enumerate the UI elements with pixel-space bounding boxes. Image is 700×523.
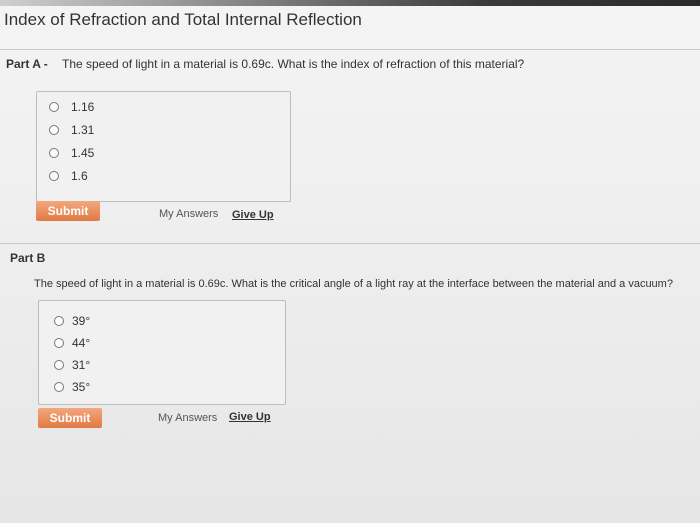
part-b-choice-4[interactable]: 35° bbox=[54, 377, 90, 397]
choice-label: 44° bbox=[72, 336, 91, 350]
part-b-choice-2[interactable]: 44° bbox=[54, 333, 90, 353]
part-a-choice-1[interactable]: 1.16 bbox=[49, 97, 94, 117]
part-b-give-up-link[interactable]: Give Up bbox=[229, 411, 271, 423]
quiz-page: Index of Refraction and Total Internal R… bbox=[0, 0, 700, 523]
choice-label: 39° bbox=[72, 314, 91, 328]
radio-button[interactable] bbox=[54, 316, 64, 326]
choice-label: 35° bbox=[72, 380, 91, 394]
choice-label: 1.6 bbox=[71, 169, 88, 183]
divider bbox=[0, 49, 700, 50]
part-b-choice-3[interactable]: 31° bbox=[54, 355, 90, 375]
part-a-choice-3[interactable]: 1.45 bbox=[49, 143, 94, 163]
part-a-choice-2[interactable]: 1.31 bbox=[49, 120, 94, 140]
choice-label: 1.31 bbox=[71, 123, 95, 137]
part-b-choices: 39° 44° 31° 35° bbox=[38, 300, 286, 405]
choice-label: 31° bbox=[72, 358, 91, 372]
page-title: Index of Refraction and Total Internal R… bbox=[4, 10, 362, 29]
top-bar bbox=[0, 0, 700, 6]
radio-button[interactable] bbox=[54, 338, 64, 348]
part-a-give-up-link[interactable]: Give Up bbox=[232, 209, 274, 221]
radio-button[interactable] bbox=[54, 382, 64, 392]
radio-button[interactable] bbox=[54, 360, 64, 370]
part-a-choice-4[interactable]: 1.6 bbox=[49, 166, 88, 186]
part-a-choices: 1.16 1.31 1.45 1.6 bbox=[36, 91, 291, 202]
part-a-my-answers-link[interactable]: My Answers bbox=[159, 208, 218, 220]
part-b-submit-button[interactable]: Submit bbox=[38, 408, 102, 428]
divider bbox=[0, 243, 700, 244]
choice-label: 1.45 bbox=[71, 146, 95, 160]
radio-button[interactable] bbox=[49, 148, 59, 158]
radio-button[interactable] bbox=[49, 171, 59, 181]
part-a-submit-button[interactable]: Submit bbox=[36, 201, 100, 221]
radio-button[interactable] bbox=[49, 125, 59, 135]
part-a-question: The speed of light in a material is 0.69… bbox=[62, 57, 525, 71]
part-b-question: The speed of light in a material is 0.69… bbox=[34, 278, 673, 290]
part-a-label: Part A - bbox=[6, 57, 48, 71]
part-b-my-answers-link[interactable]: My Answers bbox=[158, 412, 217, 424]
part-b-label: Part B bbox=[10, 251, 46, 265]
part-b-choice-1[interactable]: 39° bbox=[54, 311, 90, 331]
radio-button[interactable] bbox=[49, 102, 59, 112]
choice-label: 1.16 bbox=[71, 100, 95, 114]
